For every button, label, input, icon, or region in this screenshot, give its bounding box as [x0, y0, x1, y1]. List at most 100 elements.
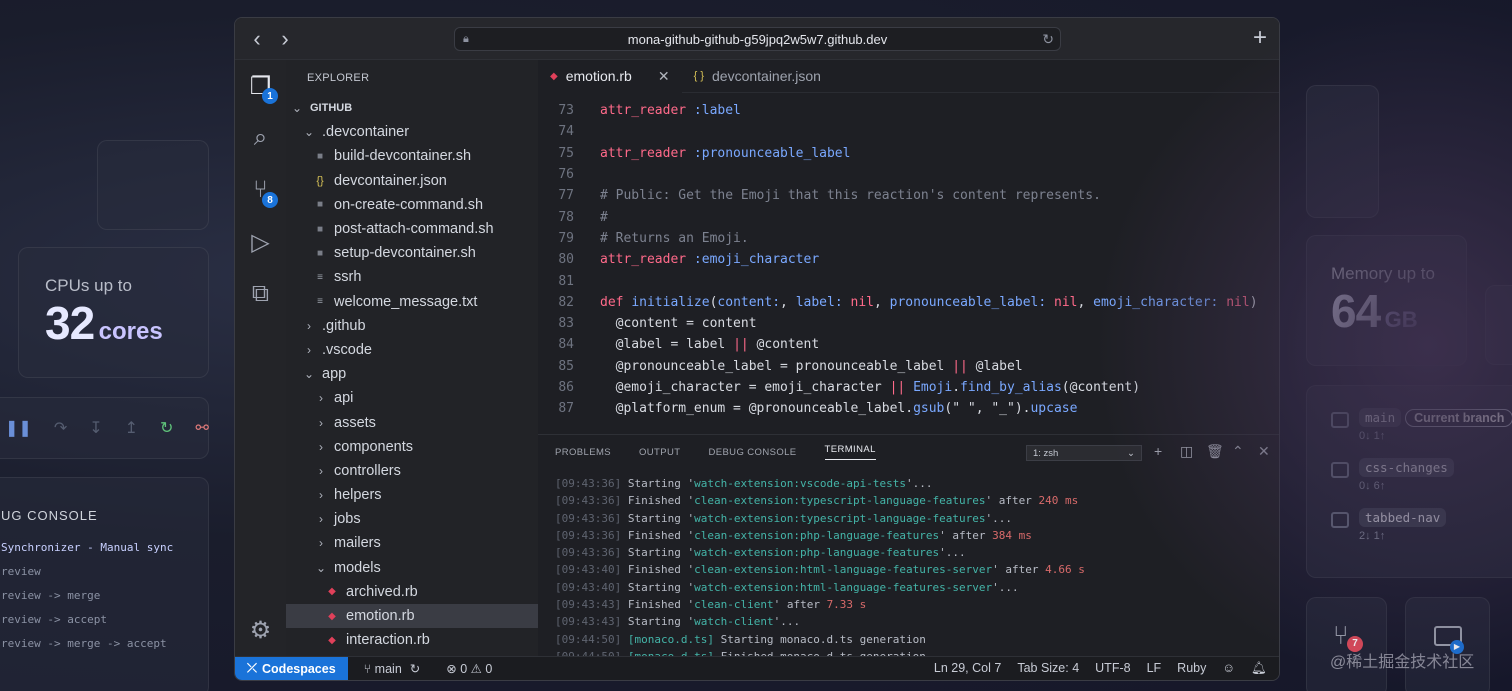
code-line: 85 @pronounceable_label = pronounceable_… — [538, 356, 1279, 377]
back-icon[interactable]: ‹ — [243, 26, 271, 52]
new-terminal-icon[interactable]: + — [1154, 443, 1162, 459]
tab-terminal[interactable]: TERMINAL — [824, 444, 876, 460]
tree-item[interactable]: › helpers — [286, 483, 538, 507]
restart-icon[interactable]: ↻ — [160, 418, 173, 438]
tree-item[interactable]: › .vscode — [286, 338, 538, 362]
tree-item[interactable]: › .github — [286, 314, 538, 338]
tree-item[interactable]: ◆ emotion.rb — [286, 603, 538, 629]
problems-status[interactable]: ⊗ 0 ⚠ 0 — [446, 661, 492, 676]
tab-emotion-rb[interactable]: ◆ emotion.rb ✕ — [538, 59, 682, 93]
branch-item[interactable]: tabbed-nav 2↓ 1↑ — [1331, 508, 1512, 542]
tab-output[interactable]: OUTPUT — [639, 447, 680, 458]
line-number: 87 — [558, 401, 574, 417]
trash-icon[interactable]: 🗑︎ — [1206, 443, 1224, 460]
tab-devcontainer-json[interactable]: { } devcontainer.json — [682, 60, 833, 93]
search-activity[interactable]: ⌕ — [235, 112, 286, 164]
activity-bar: ❐ 1 ⌕ ⑂ 8 ▷ ⧉ ⚙ — [235, 60, 286, 656]
feedback-icon[interactable]: ☺ — [1222, 661, 1235, 676]
tree-item[interactable]: ■ setup-devcontainer.sh — [286, 241, 538, 265]
tree-item-label: assets — [334, 414, 376, 431]
tree-item[interactable]: › mailers — [286, 531, 538, 555]
close-panel-icon[interactable]: ✕ — [1258, 443, 1270, 460]
address-bar[interactable]: 🔒︎ mona-github-github-g59jpq2w5w7.github… — [454, 27, 1061, 51]
forward-icon[interactable]: › — [271, 26, 299, 52]
reload-icon[interactable]: ↻ — [1042, 31, 1054, 48]
terminal-output[interactable]: [09:43:36] Starting 'watch-extension:vsc… — [538, 469, 1279, 667]
right-top-card — [1306, 85, 1379, 218]
tree-item[interactable]: › controllers — [286, 459, 538, 483]
tree-item[interactable]: ⌄ app — [286, 362, 538, 386]
tree-item[interactable]: ⌄ .devcontainer — [286, 120, 538, 144]
terminal-line: [09:44:50] [monaco.d.ts] Starting monaco… — [555, 632, 926, 646]
terminal-select[interactable]: 1: zsh ⌄ — [1026, 445, 1142, 461]
tree-item[interactable]: › components — [286, 435, 538, 459]
watermark: @稀土掘金技术社区 — [1330, 654, 1475, 671]
bell-icon[interactable]: 🔔︎ — [1251, 661, 1267, 676]
debug-line: Synchronizer - Manual sync — [1, 541, 174, 554]
chevron-down-icon: ⌄ — [303, 367, 315, 382]
cursor-position[interactable]: Ln 29, Col 7 — [934, 661, 1001, 676]
extensions-activity[interactable]: ⧉ — [235, 268, 286, 320]
tree-item[interactable]: › assets — [286, 410, 538, 434]
tree-item[interactable]: ■ post-attach-command.sh — [286, 217, 538, 241]
branch-label: main — [374, 661, 402, 676]
step-over-icon[interactable]: ↷ — [54, 418, 67, 438]
tree-item[interactable]: ⌄ models — [286, 556, 538, 580]
codespaces-button[interactable]: ⤫ Codespaces — [235, 656, 348, 680]
new-tab-icon[interactable]: + — [1253, 24, 1267, 52]
explorer-activity[interactable]: ❐ 1 — [235, 60, 286, 112]
split-terminal-icon[interactable]: ◫ — [1180, 443, 1193, 460]
scm-activity[interactable]: ⑂ 8 — [235, 164, 286, 216]
tree-item[interactable]: ■ on-create-command.sh — [286, 193, 538, 217]
tree-item[interactable]: {} devcontainer.json — [286, 169, 538, 193]
scm-card[interactable]: ⑂ 7 — [1306, 597, 1387, 691]
debug-console-title: UG CONSOLE — [1, 508, 98, 523]
tab-debug-console[interactable]: DEBUG CONSOLE — [708, 447, 796, 458]
tab-size[interactable]: Tab Size: 4 — [1017, 661, 1079, 676]
status-bar: ⤫ Codespaces ⑂ main ↻ ⊗ 0 ⚠ 0 Ln 29, Col… — [235, 656, 1279, 680]
run-debug-activity[interactable]: ▷ — [235, 216, 286, 268]
tab-problems[interactable]: PROBLEMS — [555, 447, 611, 458]
branch-item[interactable]: main Current branch 0↓ 1↑ — [1331, 408, 1512, 442]
step-into-icon[interactable]: ↧ — [89, 418, 102, 438]
tree-item[interactable]: ≡ ssrh — [286, 265, 538, 289]
code-line: 78 # — [538, 206, 1279, 227]
code-view[interactable]: 73 attr_reader :label 74 75 attr_reader :pro… — [538, 100, 1279, 430]
sync-icon[interactable]: ↻ — [410, 661, 420, 676]
tree-item-label: helpers — [334, 487, 382, 504]
shell-file-icon: ■ — [316, 223, 324, 235]
gear-icon: ⚙ — [249, 616, 272, 644]
line-text: @platform_enum = @pronounceable_label.gs… — [600, 401, 1078, 417]
tree-item[interactable]: ◆ interaction.rb — [286, 628, 538, 652]
code-line: 84 @label = label || @content — [538, 334, 1279, 355]
step-out-icon[interactable]: ↥ — [125, 418, 138, 438]
code-line: 80 attr_reader :emoji_character — [538, 249, 1279, 270]
language-mode[interactable]: Ruby — [1177, 661, 1206, 676]
left-top-card — [97, 140, 209, 230]
tree-item[interactable]: ◆ archived.rb — [286, 580, 538, 604]
shell-file-icon: ■ — [316, 150, 324, 162]
line-ending[interactable]: LF — [1147, 661, 1162, 676]
tree-item[interactable]: ■ build-devcontainer.sh — [286, 144, 538, 168]
cpu-label: CPUs up to — [45, 276, 132, 295]
tree-item-label: build-devcontainer.sh — [334, 148, 472, 165]
code-line: 79 # Returns an Emoji. — [538, 228, 1279, 249]
close-icon[interactable]: ✕ — [658, 68, 670, 85]
disconnect-icon[interactable]: ⚯ — [195, 418, 208, 438]
line-text: @content = content — [600, 316, 757, 332]
branch-status[interactable]: ⑂ main — [364, 662, 402, 676]
preview-card[interactable]: ▶ — [1405, 597, 1490, 691]
chevron-up-icon[interactable]: ⌃ — [1232, 443, 1244, 460]
encoding[interactable]: UTF-8 — [1095, 661, 1130, 676]
terminal-line: [09:43:36] Finished 'clean-extension:typ… — [555, 494, 1079, 508]
settings-activity[interactable]: ⚙ — [235, 604, 286, 656]
chevron-right-icon: › — [319, 463, 323, 478]
url-text: mona-github-github-g59jpq2w5w7.github.de… — [627, 31, 888, 47]
pause-icon[interactable]: ❚❚ — [5, 418, 32, 438]
tree-item[interactable]: › api — [286, 386, 538, 410]
tree-item[interactable]: ≡ welcome_message.txt — [286, 290, 538, 314]
branch-item[interactable]: css-changes 0↓ 6↑ — [1331, 458, 1512, 492]
tree-item[interactable]: › jobs — [286, 507, 538, 531]
monitor-icon — [1331, 412, 1349, 428]
tree-item[interactable]: ⌄ GITHUB — [286, 96, 538, 120]
